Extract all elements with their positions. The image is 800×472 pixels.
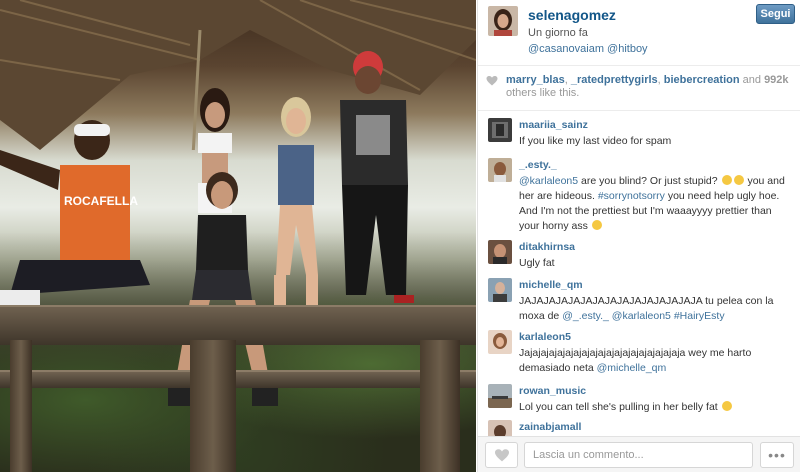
comment-username[interactable]: _.esty._ bbox=[519, 159, 557, 171]
comment-text: @karlaleon5 are you blind? Or just stupi… bbox=[519, 174, 794, 234]
comment-item: ditakhirnsa Ugly fat bbox=[478, 238, 800, 276]
commenter-avatar[interactable] bbox=[488, 118, 512, 142]
heart-icon bbox=[486, 76, 498, 86]
comment-item: karlaleon5 Jajajajajajajajajajajajajajaj… bbox=[478, 328, 800, 380]
post-header: selenagomez Un giorno fa @casanovaiam @h… bbox=[478, 0, 800, 66]
heart-icon bbox=[494, 449, 509, 462]
more-options-button[interactable]: ••• bbox=[760, 442, 794, 468]
person-left: ROCAFELLA bbox=[0, 120, 150, 306]
mention-link[interactable]: @michelle_qm bbox=[597, 362, 667, 374]
comment-username[interactable]: maariia_sainz bbox=[519, 119, 588, 131]
emoji-icon bbox=[733, 175, 744, 185]
comment-body: If you like my last video for spam bbox=[519, 135, 672, 147]
comment-text: Ugly fat bbox=[519, 256, 794, 271]
comment-item: maariia_sainz If you like my last video … bbox=[478, 116, 800, 158]
likes-count[interactable]: 992k bbox=[764, 74, 788, 86]
person-right-cap bbox=[340, 51, 414, 303]
shirt-text: ROCAFELLA bbox=[64, 194, 138, 208]
commenter-avatar[interactable] bbox=[488, 240, 512, 264]
wooden-deck bbox=[0, 305, 476, 345]
comment-body: Ugly fat bbox=[519, 257, 555, 269]
hashtag-link[interactable]: #sorrynotsorry bbox=[598, 190, 665, 202]
commenter-avatar[interactable] bbox=[488, 158, 512, 182]
commenter-avatar[interactable] bbox=[488, 384, 512, 408]
post-photo[interactable]: ROCAFELLA bbox=[0, 0, 476, 472]
deck-post bbox=[190, 340, 236, 472]
comment-text: If you like my last video for spam bbox=[519, 134, 794, 149]
commenter-avatar[interactable] bbox=[488, 278, 512, 302]
liker-username[interactable]: biebercreation bbox=[664, 74, 740, 86]
comment-username[interactable]: ditakhirnsa bbox=[519, 241, 575, 253]
author-avatar[interactable] bbox=[488, 6, 518, 36]
mention-link[interactable]: @_.esty._ bbox=[562, 310, 609, 322]
wooden-beam bbox=[0, 370, 476, 388]
comment-item: zainabjamall bbox=[478, 418, 800, 436]
deck-post bbox=[10, 340, 32, 472]
comment-text: Lol you can tell she's pulling in her be… bbox=[519, 400, 794, 415]
comment-text: Jajajajajajajajajajajajajajajajajajajaja… bbox=[519, 346, 794, 376]
mention-link[interactable]: @karlaleon5 bbox=[612, 310, 671, 322]
emoji-icon bbox=[721, 401, 732, 411]
like-button[interactable] bbox=[485, 442, 518, 468]
comment-body: are you blind? Or just stupid? bbox=[578, 175, 721, 187]
comment-body: Lol you can tell she's pulling in her be… bbox=[519, 401, 721, 413]
more-icon: ••• bbox=[768, 447, 786, 463]
likes-tail: others like this. bbox=[506, 87, 580, 99]
comment-username[interactable]: karlaleon5 bbox=[519, 331, 571, 343]
post-time: Un giorno fa bbox=[528, 27, 588, 39]
emoji-icon bbox=[591, 220, 602, 230]
author-username[interactable]: selenagomez bbox=[528, 7, 616, 23]
person-right-blonde bbox=[274, 97, 318, 305]
comment-text: JAJAJAJAJAJAJAJAJAJAJAJAJAJAJA tu pelea … bbox=[519, 294, 794, 324]
comment-footer: ••• bbox=[478, 436, 800, 472]
post-details-panel: selenagomez Un giorno fa @casanovaiam @h… bbox=[477, 0, 800, 472]
comment-username[interactable]: rowan_music bbox=[519, 385, 586, 397]
comment-item: michelle_qm JAJAJAJAJAJAJAJAJAJAJAJAJAJA… bbox=[478, 276, 800, 326]
emoji-icon bbox=[721, 175, 732, 185]
post-tags[interactable]: @casanovaiam @hitboy bbox=[528, 43, 648, 55]
follow-button[interactable]: Segui bbox=[756, 4, 795, 24]
comment-username[interactable]: michelle_qm bbox=[519, 279, 583, 291]
deck-post bbox=[420, 340, 460, 472]
commenter-avatar[interactable] bbox=[488, 420, 512, 436]
comments-list[interactable]: maariia_sainz If you like my last video … bbox=[478, 112, 800, 436]
comment-item: _.esty._ @karlaleon5 are you blind? Or j… bbox=[478, 156, 800, 238]
comment-username[interactable]: zainabjamall bbox=[519, 421, 581, 433]
hashtag-link[interactable]: #HairyEsty bbox=[674, 310, 725, 322]
likes-summary: marry_blas, _ratedprettygirls, biebercre… bbox=[478, 67, 800, 111]
comment-item: rowan_music Lol you can tell she's pulli… bbox=[478, 382, 800, 418]
mention-link[interactable]: @karlaleon5 bbox=[519, 175, 578, 187]
liker-username[interactable]: marry_blas bbox=[506, 74, 565, 86]
liker-username[interactable]: _ratedprettygirls bbox=[571, 74, 658, 86]
comment-input[interactable] bbox=[524, 442, 753, 468]
commenter-avatar[interactable] bbox=[488, 330, 512, 354]
likes-and: and bbox=[739, 74, 765, 86]
